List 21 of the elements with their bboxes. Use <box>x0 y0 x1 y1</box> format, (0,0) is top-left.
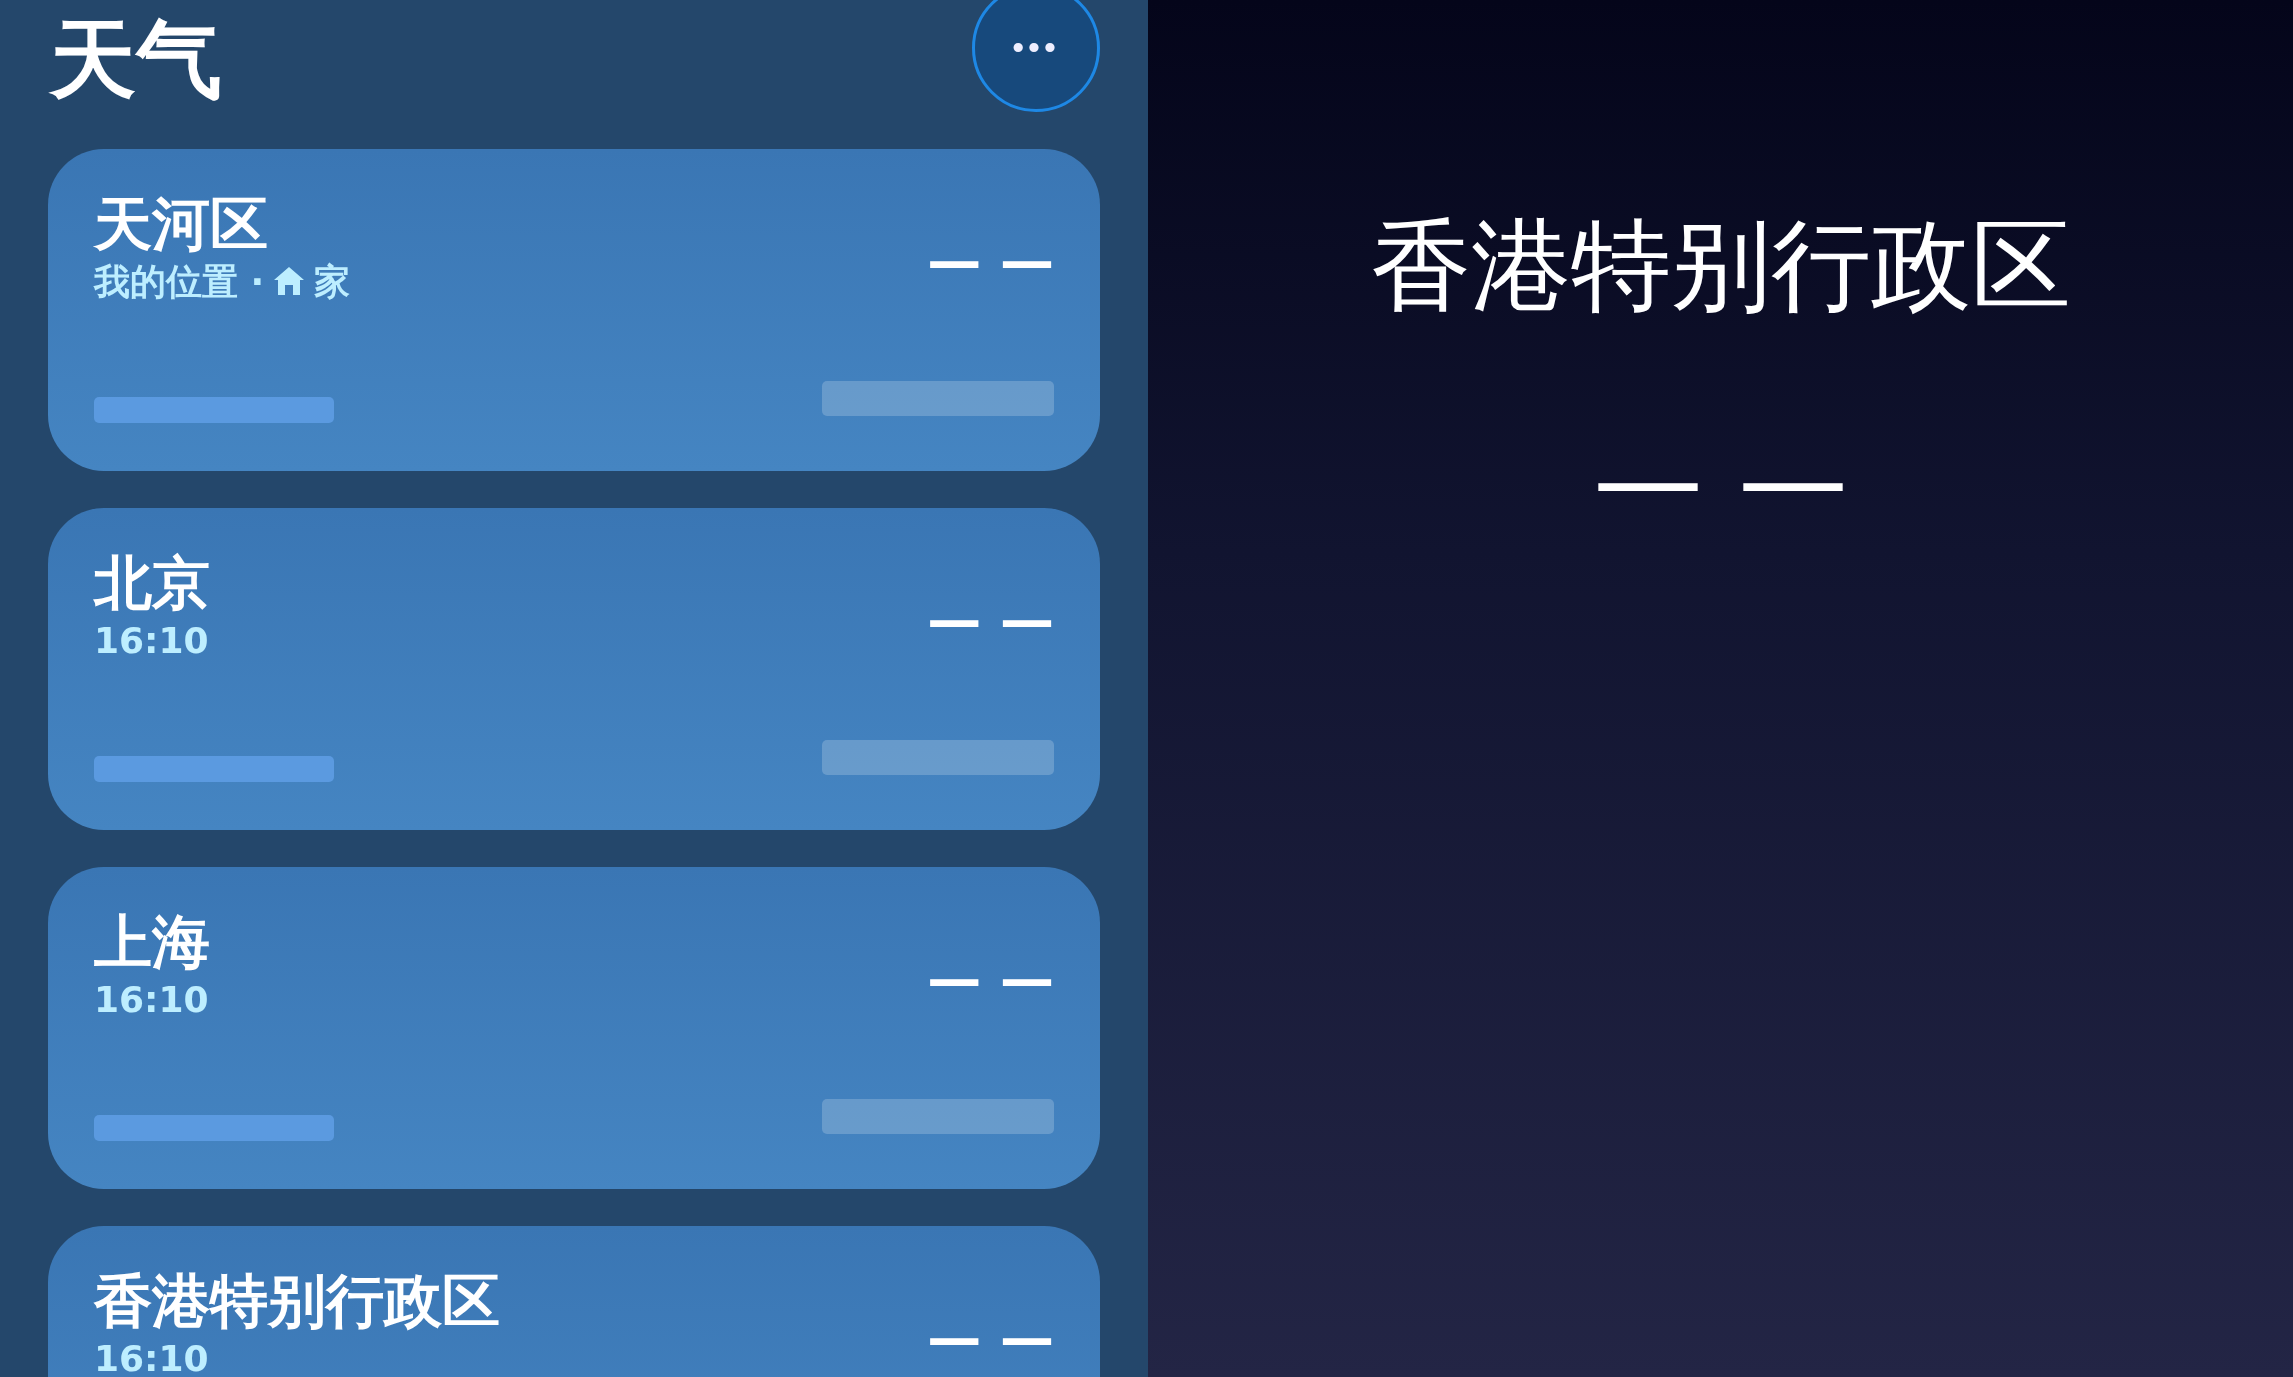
temperature: — — <box>927 229 1054 292</box>
temperature: — — <box>927 947 1054 1010</box>
location-subtitle: 16:10 <box>94 618 209 662</box>
location-name: 香港特别行政区 <box>94 1268 500 1335</box>
location-name: 天河区 <box>94 191 269 258</box>
location-card[interactable]: 香港特别行政区 16:10 — — <box>48 1226 1100 1377</box>
location-title: 香港特别行政区 <box>1370 206 2071 326</box>
temperature: — — <box>1593 415 1848 543</box>
location-name: 北京 <box>94 550 210 617</box>
location-card[interactable]: 天河区 我的位置 · 家 — — <box>48 149 1100 471</box>
location-subtitle: 16:10 <box>94 1336 209 1377</box>
location-card[interactable]: 北京 16:10 — — <box>48 508 1100 830</box>
location-subtitle: 16:10 <box>94 977 209 1021</box>
temperature: — — <box>927 1306 1054 1369</box>
temperature: — — <box>927 588 1054 651</box>
home-label: 家 <box>314 259 351 303</box>
location-name: 上海 <box>94 909 210 976</box>
location-card[interactable]: 上海 16:10 — — <box>48 867 1100 1189</box>
more-button[interactable]: ••• <box>972 0 1100 112</box>
app-title: 天气 <box>50 12 222 107</box>
location-subtitle: 我的位置 · <box>94 259 265 303</box>
